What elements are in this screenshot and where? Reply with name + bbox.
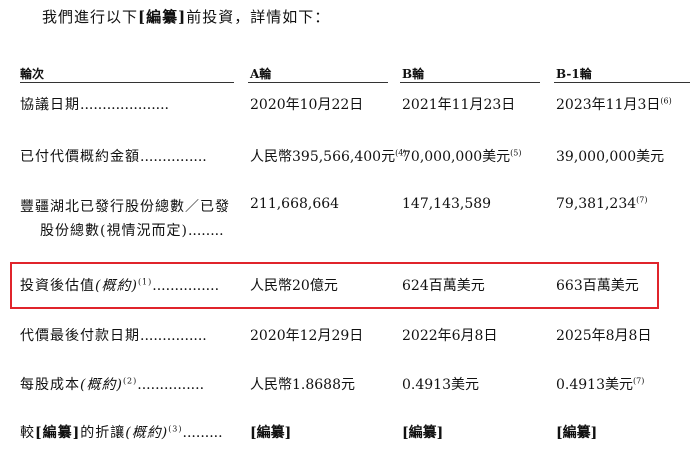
row-label-post-money-valuation: 投資後估值(概約)(1)............... <box>20 277 220 294</box>
cell-b-discount: [編纂] <box>402 425 444 441</box>
header-rule-round <box>20 82 234 83</box>
cell-a-consideration-paid: 人民幣395,566,400元(4) <box>250 148 407 165</box>
header-rule-b <box>400 82 540 83</box>
cell-b-cost-per-share: 0.4913美元 <box>402 377 479 393</box>
intro-prefix: 我們進行以下 <box>42 8 139 26</box>
cell-b-final-payment-date: 2022年6月8日 <box>402 328 498 344</box>
cell-a-cost-per-share: 人民幣1.8688元 <box>250 377 355 393</box>
header-series-b: B輪 <box>402 67 425 81</box>
cell-a-final-payment-date: 2020年12月29日 <box>250 328 364 344</box>
cell-b1-cost-per-share: 0.4913美元(7) <box>556 376 645 393</box>
cell-a-post-money-valuation: 人民幣20億元 <box>250 278 338 294</box>
cell-b-total-shares: 147,143,589 <box>402 196 492 212</box>
header-series-b1: B-1輪 <box>556 67 592 81</box>
header-series-a: A輪 <box>250 67 272 81</box>
row-label-total-shares-line1: 豐疆湖北已發行股份總數／已發 <box>20 199 230 215</box>
row-label-consideration-paid: 已付代價概約金額............... <box>20 149 207 165</box>
intro-redacted: [編纂] <box>138 8 187 26</box>
header-round: 輪次 <box>20 67 45 81</box>
row-label-final-payment-date: 代價最後付款日期............... <box>20 328 207 344</box>
cell-b-agreement-date: 2021年11月23日 <box>402 97 516 113</box>
header-rule-b1 <box>554 82 690 83</box>
intro-suffix: 前投資，詳情如下： <box>186 8 331 26</box>
row-label-total-shares-line2: 股份總數(視情況而定)........ <box>40 223 224 239</box>
row-label-agreement-date: 協議日期.................... <box>20 97 170 113</box>
intro-sentence: 我們進行以下[編纂]前投資，詳情如下： <box>42 6 330 27</box>
cell-b-post-money-valuation: 624百萬美元 <box>402 278 485 294</box>
cell-b1-discount: [編纂] <box>556 425 598 441</box>
row-label-discount: 較[編纂]的折讓(概約)(3)......... <box>20 424 223 441</box>
cell-b1-total-shares: 79,381,234(7) <box>556 195 648 212</box>
cell-b1-post-money-valuation: 663百萬美元 <box>556 278 639 294</box>
cell-a-discount: [編纂] <box>250 425 292 441</box>
cell-b1-consideration-paid: 39,000,000美元 <box>556 149 665 165</box>
cell-b1-final-payment-date: 2025年8月8日 <box>556 328 652 344</box>
header-rule-a <box>248 82 388 83</box>
cell-a-agreement-date: 2020年10月22日 <box>250 97 364 113</box>
cell-b-consideration-paid: 70,000,000美元(5) <box>402 148 522 165</box>
row-label-cost-per-share: 每股成本(概約)(2)............... <box>20 376 205 393</box>
cell-b1-agreement-date: 2023年11月3日(6) <box>556 96 672 113</box>
cell-a-total-shares: 211,668,664 <box>250 196 340 212</box>
